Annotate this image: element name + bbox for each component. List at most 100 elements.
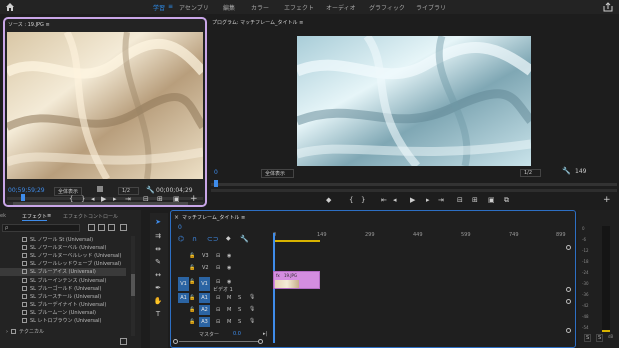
list-item[interactable]: SL ブルースチール (Universal) xyxy=(22,293,101,300)
mark-in-icon[interactable]: { xyxy=(69,195,73,203)
track-select-tool-icon[interactable]: ⇉ xyxy=(153,231,163,241)
go-to-end-icon[interactable]: ▸| xyxy=(263,331,267,337)
scrollbar[interactable] xyxy=(131,236,135,336)
solo-button[interactable]: S xyxy=(238,295,241,301)
microphone-icon[interactable]: 🎙 xyxy=(249,294,255,300)
track-label-a3[interactable]: A3 xyxy=(199,317,210,327)
sync-lock-icon[interactable]: ⊟ xyxy=(216,253,220,259)
solo-button[interactable]: S xyxy=(238,307,241,313)
snap-icon[interactable]: ∩ xyxy=(192,235,197,243)
list-item[interactable]: SL ブルーゴールド (Universal) xyxy=(22,285,101,292)
program-timecode[interactable]: 0 xyxy=(214,169,218,176)
effects-search-input[interactable]: ρ xyxy=(2,224,80,232)
workspace-tab-libraries[interactable]: ライブラリ xyxy=(416,3,446,12)
microphone-icon[interactable]: 🎙 xyxy=(249,306,255,312)
add-marker-icon[interactable]: ◆ xyxy=(326,196,331,204)
program-playhead[interactable] xyxy=(214,180,218,187)
nest-toggle-icon[interactable]: ⌬ xyxy=(178,235,184,243)
panel-menu-icon[interactable]: ≡ xyxy=(299,20,303,26)
go-to-in-icon[interactable]: ⇤ xyxy=(381,196,387,204)
accelerated-effects-icon[interactable] xyxy=(88,224,95,231)
work-area-bar[interactable] xyxy=(274,240,320,242)
play-icon[interactable]: ▶ xyxy=(410,196,415,204)
workspace-tab-graphics[interactable]: グラフィック xyxy=(369,3,405,12)
go-to-out-icon[interactable]: ⇥ xyxy=(125,195,131,203)
master-volume-value[interactable]: 0.0 xyxy=(233,331,241,337)
lock-icon[interactable]: 🔓 xyxy=(189,279,195,285)
panel-menu-icon[interactable]: ≡ xyxy=(46,22,50,28)
source-patch-a1[interactable]: A1 xyxy=(178,293,189,303)
program-zoom-select[interactable]: 全体表示 xyxy=(261,169,295,178)
tab-effect-controls[interactable]: エフェクトコントロール xyxy=(63,213,118,220)
solo-button[interactable]: S xyxy=(584,334,592,342)
workspace-menu-icon[interactable]: ≡ xyxy=(168,3,173,10)
microphone-icon[interactable]: 🎙 xyxy=(249,318,255,324)
timeline-sequence-tab[interactable]: マッチフレーム_タイトル ≡ xyxy=(182,214,245,221)
comparison-view-icon[interactable]: ⧉ xyxy=(504,196,509,205)
program-zoom-bar[interactable] xyxy=(211,189,617,192)
sync-lock-icon[interactable]: ⊟ xyxy=(216,295,220,301)
hand-tool-icon[interactable]: ✋ xyxy=(153,296,163,306)
play-icon[interactable]: ▶ xyxy=(101,195,106,203)
razor-tool-icon[interactable]: ✎ xyxy=(153,257,163,267)
list-item-selected[interactable]: SL ブルーアイス (Universal) xyxy=(0,268,126,276)
export-frame-icon[interactable]: ▣ xyxy=(488,196,495,204)
panel-menu-icon[interactable]: ≡ xyxy=(241,215,245,221)
list-item[interactable]: SL レトロブラウン (Universal) xyxy=(22,317,101,324)
track-label-a2[interactable]: A2 xyxy=(199,305,210,315)
lock-icon[interactable]: 🔓 xyxy=(189,265,195,271)
mark-out-icon[interactable]: } xyxy=(361,196,365,204)
workspace-tab-audio[interactable]: オーディオ xyxy=(326,3,356,12)
time-ruler[interactable]: 0 149 299 449 599 749 899 xyxy=(273,221,569,243)
overwrite-icon[interactable]: ⊞ xyxy=(157,195,163,203)
go-to-out-icon[interactable]: ⇥ xyxy=(438,196,444,204)
solo-button[interactable]: S xyxy=(596,334,604,342)
horizontal-scrollbar[interactable] xyxy=(173,339,573,344)
track-label-v1[interactable]: V1 xyxy=(199,277,210,291)
add-button-icon[interactable]: + xyxy=(603,195,611,205)
source-settings-icon[interactable] xyxy=(97,186,103,192)
type-tool-icon[interactable]: T xyxy=(153,309,163,319)
export-icon[interactable] xyxy=(603,2,613,12)
solo-button[interactable]: S xyxy=(238,319,241,325)
track-label-v2[interactable]: V2 xyxy=(202,265,209,271)
eye-icon[interactable]: ◉ xyxy=(227,265,231,271)
lock-icon[interactable]: 🔓 xyxy=(189,319,195,325)
wrench-icon[interactable]: 🔧 xyxy=(562,167,571,175)
vertical-zoom-handle[interactable] xyxy=(566,328,571,333)
program-scrubber[interactable] xyxy=(211,180,617,187)
list-item[interactable]: SL ノワールヌーベルレッド (Universal) xyxy=(22,252,121,259)
step-back-icon[interactable]: ◂ xyxy=(91,195,95,203)
export-frame-icon[interactable]: ▣ xyxy=(173,195,180,203)
workspace-tab-assembly[interactable]: アセンブリ xyxy=(179,3,209,12)
vertical-zoom-handle[interactable] xyxy=(566,245,571,250)
yuv-effects-icon[interactable] xyxy=(108,224,115,231)
lock-icon[interactable]: 🔓 xyxy=(189,295,195,301)
list-item[interactable]: SL ノワールレッドウェーブ (Universal) xyxy=(22,260,121,267)
slip-tool-icon[interactable]: ↔ xyxy=(153,270,163,280)
folder-item[interactable]: › テクニカル xyxy=(6,328,44,335)
lock-icon[interactable]: 🔓 xyxy=(189,307,195,313)
add-button-icon[interactable]: + xyxy=(190,194,198,204)
timeline-clip[interactable]: fx 19.JPG xyxy=(273,271,320,289)
program-resolution-select[interactable]: 1/2 xyxy=(520,169,542,177)
eye-icon[interactable]: ◉ xyxy=(227,279,231,285)
mark-in-icon[interactable]: { xyxy=(349,196,353,204)
mute-button[interactable]: M xyxy=(227,295,231,301)
list-item[interactable]: SL ノワール St (Universal) xyxy=(22,236,93,243)
workspace-tab-editing[interactable]: 編集 xyxy=(223,3,235,12)
mute-button[interactable]: M xyxy=(227,319,231,325)
vertical-zoom-handle[interactable] xyxy=(566,287,571,292)
linked-selection-icon[interactable]: ⊂⊃ xyxy=(207,235,219,243)
workspace-tab-color[interactable]: カラー xyxy=(251,3,269,12)
list-item[interactable]: SL ノワールヌーベル (Universal) xyxy=(22,244,106,251)
home-icon[interactable] xyxy=(5,2,15,12)
timeline-settings-icon[interactable]: 🔧 xyxy=(240,235,249,243)
step-back-icon[interactable]: ◂ xyxy=(393,196,397,204)
extract-icon[interactable]: ⊞ xyxy=(472,196,478,204)
tab-project-partial[interactable]: ek xyxy=(0,213,6,219)
sync-lock-icon[interactable]: ⊟ xyxy=(216,265,220,271)
source-patch-v1[interactable]: V1 xyxy=(178,277,189,291)
add-marker-icon[interactable]: ◆ xyxy=(226,235,231,242)
mute-button[interactable]: M xyxy=(227,307,231,313)
